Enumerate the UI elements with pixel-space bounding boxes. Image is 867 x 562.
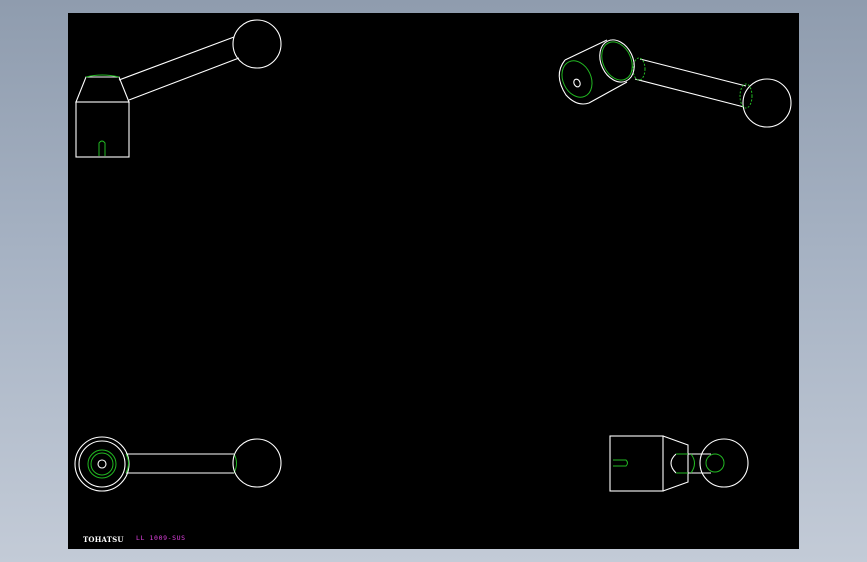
arm-root-hidden	[632, 57, 646, 81]
arm-edge-bottom	[128, 57, 240, 101]
drawing-sheet: TOHATSU LL 1009-SUS	[68, 13, 799, 549]
cad-drawing	[74, 19, 792, 492]
arm-edge-bottom	[634, 78, 745, 108]
brand-label: TOHATSU	[83, 535, 124, 544]
knob-socket-hidden	[705, 453, 725, 473]
arm-joint-hidden	[739, 83, 753, 109]
arm-section-hidden	[690, 453, 695, 474]
hub-bore-inner	[90, 452, 114, 476]
isometric-view	[75, 19, 282, 158]
hub-outer-circle	[74, 436, 130, 492]
arm-edge-top	[639, 58, 747, 87]
side-view	[609, 435, 749, 492]
hub-bore-hidden	[87, 449, 117, 479]
rotated-isometric-view	[558, 39, 792, 128]
pin-hole	[97, 459, 107, 469]
hub-edge-bottom	[588, 81, 628, 104]
pin-hole-hidden	[98, 140, 106, 156]
hub-taper	[662, 435, 689, 492]
knob-ball	[742, 78, 792, 128]
knob-ball	[232, 19, 282, 69]
hub-body	[75, 101, 130, 158]
pin-hole-hidden	[613, 459, 628, 467]
hub-top	[75, 76, 130, 103]
end-view	[74, 436, 282, 492]
hub-front-inner	[601, 41, 633, 81]
knob-ball	[232, 438, 282, 488]
part-number-label: LL 1009-SUS	[136, 534, 186, 542]
hub-chamfer-circle	[78, 440, 126, 488]
pin-hole	[573, 78, 581, 88]
hub-body	[609, 435, 664, 492]
arm-root-outline	[670, 453, 677, 474]
arm-edge-top	[118, 36, 235, 81]
